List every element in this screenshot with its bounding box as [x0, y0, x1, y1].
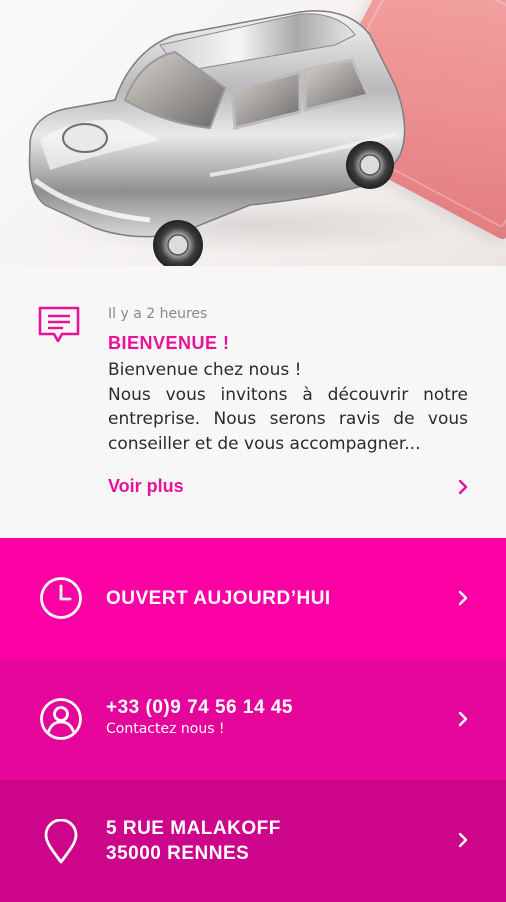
user-icon: [40, 698, 82, 740]
news-body-text: Nous vous invitons à découvrir notre ent…: [108, 384, 468, 454]
chevron-right-icon: [458, 832, 468, 848]
news-timestamp: Il y a 2 heures: [108, 306, 208, 322]
chevron-right-icon[interactable]: [456, 477, 470, 497]
phone-row[interactable]: +33 (0)9 74 56 14 45 Contactez nous !: [0, 659, 506, 780]
address-line1: 5 RUE MALAKOFF: [106, 818, 281, 839]
phone-number: +33 (0)9 74 56 14 45: [106, 697, 293, 718]
address-row[interactable]: 5 RUE MALAKOFF 35000 RENNES: [0, 780, 506, 902]
phone-subtitle: Contactez nous !: [106, 721, 225, 737]
location-pin-icon: [44, 819, 78, 864]
see-more-link[interactable]: Voir plus: [108, 476, 184, 497]
opening-hours-row[interactable]: OUVERT AUJOURD’HUI: [0, 538, 506, 659]
news-body: Bienvenue chez nous ! Nous vous invitons…: [108, 358, 468, 456]
message-icon: [38, 306, 80, 343]
clock-icon: [40, 577, 82, 619]
news-body-greeting: Bienvenue chez nous !: [108, 360, 302, 380]
news-title: BIENVENUE !: [108, 333, 230, 353]
news-card[interactable]: Il y a 2 heures BIENVENUE ! Bienvenue ch…: [0, 266, 506, 538]
opening-hours-label: OUVERT AUJOURD’HUI: [106, 588, 331, 609]
toy-car-image: [28, 10, 406, 266]
chevron-right-icon: [458, 711, 468, 727]
hero-image: [0, 0, 506, 266]
chevron-right-icon: [458, 590, 468, 606]
address-line2: 35000 RENNES: [106, 843, 250, 864]
